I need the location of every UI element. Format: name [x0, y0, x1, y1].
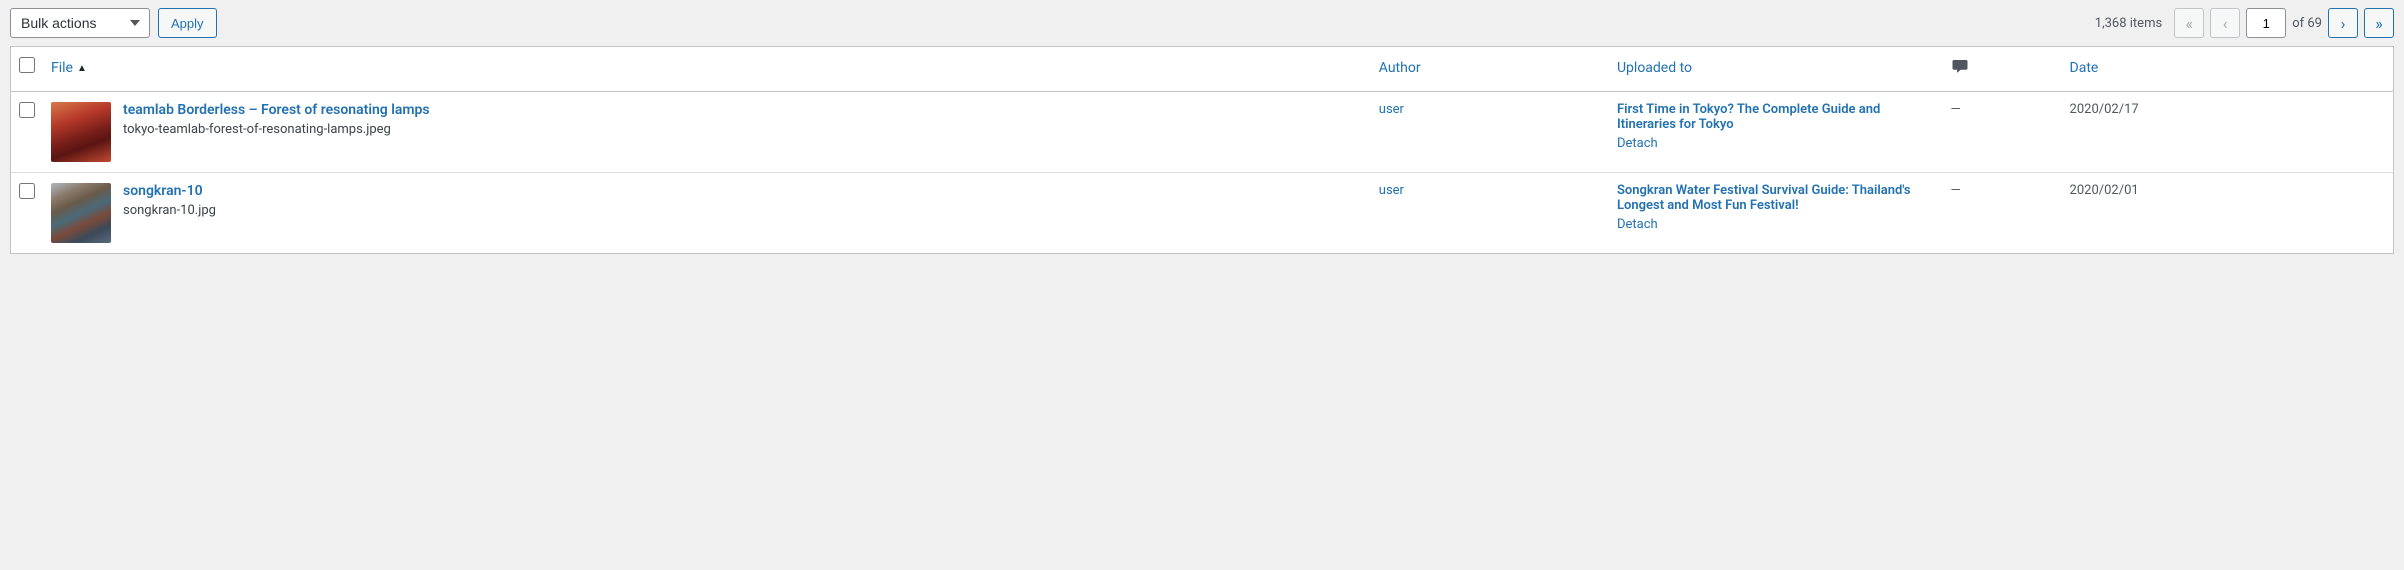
- pagination: 1,368 items « ‹ of 69 › »: [2095, 8, 2394, 38]
- row-check-cell: [11, 172, 41, 253]
- comment-count: —: [1940, 92, 2059, 172]
- select-all-cell: [11, 47, 41, 92]
- media-title-link[interactable]: teamlab Borderless – Forest of resonatin…: [123, 102, 430, 118]
- bulk-actions-select[interactable]: Bulk actions: [10, 8, 150, 38]
- date-text: 2020/02/17: [2060, 92, 2393, 172]
- column-date-sort[interactable]: Date: [2070, 60, 2099, 76]
- row-checkbox[interactable]: [19, 102, 35, 118]
- column-comments: [1940, 47, 2059, 92]
- prev-page-button: ‹: [2210, 8, 2240, 38]
- media-filename: tokyo-teamlab-forest-of-resonating-lamps…: [123, 122, 430, 137]
- bulk-actions-select-wrap: Bulk actions: [10, 8, 150, 38]
- paging-of-label: of 69: [2292, 16, 2322, 31]
- column-uploaded-to: Uploaded to: [1607, 47, 1940, 92]
- last-page-button[interactable]: »: [2364, 8, 2394, 38]
- author-link[interactable]: user: [1379, 183, 1404, 198]
- media-thumbnail[interactable]: [51, 102, 111, 162]
- tablenav-top: Bulk actions Apply 1,368 items « ‹ of 69…: [10, 8, 2394, 46]
- date-text: 2020/02/01: [2060, 172, 2393, 253]
- row-checkbox[interactable]: [19, 183, 35, 199]
- select-all-checkbox[interactable]: [19, 57, 35, 73]
- author-link[interactable]: user: [1379, 102, 1404, 117]
- media-table: File ▲ Author Uploaded to Date: [10, 46, 2394, 254]
- table-row: songkran-10 songkran-10.jpg user Songkra…: [11, 172, 2393, 253]
- comment-count: —: [1940, 172, 2059, 253]
- uploaded-to-link[interactable]: Songkran Water Festival Survival Guide: …: [1617, 183, 1911, 213]
- sort-asc-icon: ▲: [77, 63, 87, 74]
- first-page-button: «: [2174, 8, 2204, 38]
- media-thumbnail[interactable]: [51, 183, 111, 243]
- comment-icon: [1950, 57, 1970, 73]
- next-page-button[interactable]: ›: [2328, 8, 2358, 38]
- media-filename: songkran-10.jpg: [123, 203, 216, 218]
- current-page-input[interactable]: [2246, 8, 2286, 38]
- media-title-link[interactable]: songkran-10: [123, 183, 203, 199]
- column-file-label: File: [51, 60, 73, 76]
- column-author-sort[interactable]: Author: [1379, 60, 1421, 76]
- uploaded-to-link[interactable]: First Time in Tokyo? The Complete Guide …: [1617, 102, 1880, 132]
- detach-link[interactable]: Detach: [1617, 136, 1930, 151]
- table-row: teamlab Borderless – Forest of resonatin…: [11, 92, 2393, 172]
- row-check-cell: [11, 92, 41, 172]
- apply-button[interactable]: Apply: [158, 8, 217, 38]
- detach-link[interactable]: Detach: [1617, 217, 1930, 232]
- column-file-sort[interactable]: File ▲: [51, 60, 87, 76]
- items-count: 1,368 items: [2095, 16, 2162, 31]
